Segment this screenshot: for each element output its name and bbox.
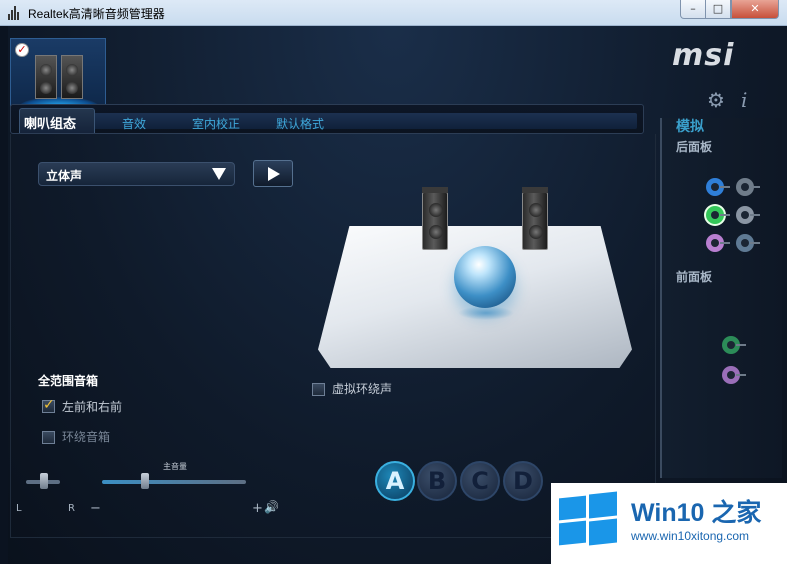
windows-logo-icon [557, 491, 619, 549]
watermark-url: www.win10xitong.com [631, 529, 750, 543]
balance-right-label: R [68, 503, 75, 514]
full-range-title: 全范围音箱 [38, 374, 99, 388]
balance-left-label: L [16, 503, 22, 514]
volume-title: 主音量 [163, 462, 187, 471]
maximize-button[interactable]: □ [705, 0, 731, 19]
tab-speaker-config[interactable]: 喇叭组态 [19, 108, 95, 133]
app-icon [8, 6, 22, 20]
volume-minus-icon[interactable]: − [90, 501, 101, 516]
profile-a-button[interactable]: A [375, 461, 415, 501]
gear-icon[interactable]: ⚙ [707, 90, 727, 110]
front-speakers-label: 左前和右前 [62, 400, 123, 414]
tab-sound-effects[interactable]: 音效 [122, 115, 146, 132]
speaker-icon [35, 55, 57, 99]
tab-room-correction[interactable]: 室内校正 [192, 115, 240, 132]
front-speakers-checkbox[interactable] [42, 397, 55, 413]
speaker-icon [61, 55, 83, 99]
close-button[interactable]: ✕ [731, 0, 779, 19]
speaker-config-value: 立体声 [46, 169, 83, 183]
rear-jack-pink[interactable] [706, 234, 730, 252]
surround-speakers-checkbox[interactable] [42, 431, 55, 444]
speaker-stage [318, 187, 632, 368]
play-test-button[interactable] [253, 160, 293, 187]
tab-default-format[interactable]: 默认格式 [276, 115, 324, 132]
default-device-check-icon: ✓ [15, 43, 29, 57]
analog-title: 模拟 [676, 119, 704, 135]
rear-jack-green[interactable] [706, 206, 730, 224]
watermark: Win10 之家 www.win10xitong.com [551, 483, 787, 564]
main-volume-slider[interactable] [102, 480, 246, 484]
rear-jack-blue-gray[interactable] [736, 234, 760, 252]
chevron-down-icon [212, 168, 226, 180]
msi-logo: msi [672, 38, 735, 73]
virtual-surround-checkbox[interactable] [312, 383, 325, 396]
front-jack-green[interactable] [722, 336, 746, 354]
rear-panel-label: 后面板 [676, 140, 713, 154]
rear-jack-silver[interactable] [736, 206, 760, 224]
title-bar: Realtek高清晰音频管理器 – □ ✕ [0, 0, 787, 26]
speaker-config-select[interactable]: 立体声 [38, 162, 235, 186]
rear-jack-blue[interactable] [706, 178, 730, 196]
main-volume-slider-handle[interactable] [141, 473, 150, 489]
watermark-brand: Win10 之家 [631, 499, 762, 527]
front-jack-pink[interactable] [722, 366, 746, 384]
balance-slider-handle[interactable] [40, 473, 48, 489]
front-right-speaker[interactable] [522, 187, 548, 250]
front-left-speaker[interactable] [422, 187, 448, 250]
jack-panel: 模拟 后面板 前面板 [660, 118, 782, 478]
speaker-volume-icon[interactable]: 🔊 [264, 500, 279, 514]
tab-bar: 喇叭组态 音效 室内校正 默认格式 [10, 104, 644, 134]
volume-plus-icon[interactable]: + [252, 501, 263, 516]
info-icon[interactable]: i [741, 88, 747, 112]
profile-d-button[interactable]: D [503, 461, 543, 501]
window-title: Realtek高清晰音频管理器 [28, 7, 165, 21]
rear-jack-gray[interactable] [736, 178, 760, 196]
front-panel-label: 前面板 [676, 270, 713, 284]
surround-speakers-label: 环绕音箱 [62, 430, 111, 444]
profile-c-button[interactable]: C [460, 461, 500, 501]
minimize-button[interactable]: – [680, 0, 706, 19]
profile-b-button[interactable]: B [417, 461, 457, 501]
virtual-surround-label: 虚拟环绕声 [332, 382, 393, 396]
listener-sphere [454, 246, 516, 308]
